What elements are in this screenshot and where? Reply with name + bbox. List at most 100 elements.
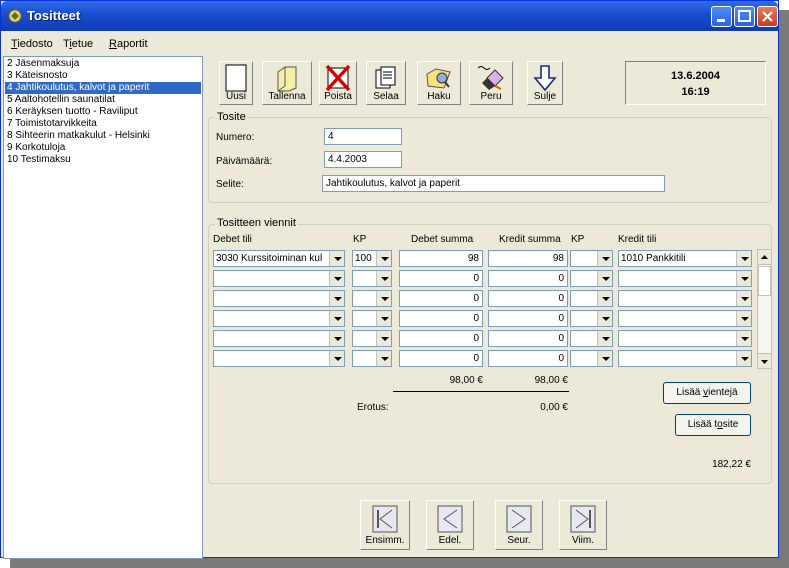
debit-sum-input[interactable]: 98 (399, 250, 483, 267)
first-record-button[interactable]: Ensimm. (360, 500, 410, 550)
debit-sum-input-value: 0 (473, 333, 479, 344)
kp1-select[interactable] (352, 310, 392, 327)
maximize-button[interactable] (734, 6, 755, 27)
dropdown-arrow-icon[interactable] (329, 311, 344, 326)
dropdown-arrow-icon[interactable] (597, 331, 612, 346)
add-voucher-button[interactable]: Lisää tosite (675, 414, 751, 436)
list-item[interactable]: 7 Toimistotarvikkeita (5, 118, 201, 130)
debit-sum-input-value: 0 (473, 293, 479, 304)
credit-sum-input[interactable]: 0 (488, 330, 568, 347)
previous-record-button[interactable]: Edel. (426, 500, 474, 550)
delete-button[interactable]: Poista (319, 61, 357, 105)
dropdown-arrow-icon[interactable] (376, 291, 391, 306)
close-button[interactable]: Sulje (527, 61, 563, 105)
dropdown-arrow-icon[interactable] (597, 251, 612, 266)
debit-account-select[interactable]: 3030 Kurssitoiminan kul (213, 250, 345, 267)
close-window-button[interactable] (757, 6, 778, 27)
kp2-select[interactable] (570, 310, 613, 327)
dropdown-arrow-icon[interactable] (376, 351, 391, 366)
entries-scrollbar[interactable] (757, 249, 772, 369)
credit-account-select[interactable]: 1010 Pankkitili (618, 250, 752, 267)
dropdown-arrow-icon[interactable] (329, 351, 344, 366)
debit-sum-input[interactable]: 0 (399, 270, 483, 287)
dropdown-arrow-icon[interactable] (597, 291, 612, 306)
scroll-down-button[interactable] (758, 353, 771, 368)
dropdown-arrow-icon[interactable] (597, 311, 612, 326)
scroll-thumb[interactable] (758, 266, 771, 296)
list-item[interactable]: 10 Testimaksu (5, 154, 201, 166)
debit-sum-input[interactable]: 0 (399, 330, 483, 347)
credit-sum-input[interactable]: 0 (488, 310, 568, 327)
debit-sum-input[interactable]: 0 (399, 290, 483, 307)
kp2-select[interactable] (570, 330, 613, 347)
title-bar[interactable]: Tositteet (1, 1, 778, 31)
cancel-button[interactable]: Peru (469, 61, 513, 105)
credit-account-select[interactable] (618, 350, 752, 367)
dropdown-arrow-icon[interactable] (376, 331, 391, 346)
menu-raportit[interactable]: Raportit (109, 38, 148, 50)
list-item[interactable]: 2 Jäsenmaksuja (5, 58, 201, 70)
voucher-list[interactable]: 2 Jäsenmaksuja 3 Käteisnosto 4 Jahtikoul… (3, 56, 203, 559)
dropdown-arrow-icon[interactable] (736, 251, 751, 266)
dropdown-arrow-icon[interactable] (736, 351, 751, 366)
debit-account-select[interactable] (213, 290, 345, 307)
debit-account-select[interactable] (213, 330, 345, 347)
credit-account-select[interactable] (618, 310, 752, 327)
kp2-select[interactable] (570, 250, 613, 267)
debit-account-select[interactable] (213, 270, 345, 287)
menu-tiedosto[interactable]: Tiedosto (11, 38, 53, 50)
dropdown-arrow-icon[interactable] (597, 351, 612, 366)
browse-button[interactable]: Selaa (366, 61, 406, 105)
last-record-button[interactable]: Viim. (559, 500, 607, 550)
dropdown-arrow-icon[interactable] (376, 251, 391, 266)
credit-account-select[interactable] (618, 270, 752, 287)
add-entries-button[interactable]: Lisää vientejä (663, 382, 751, 404)
kp1-select[interactable] (352, 270, 392, 287)
credit-account-select[interactable] (618, 290, 752, 307)
list-item-selected[interactable]: 4 Jahtikoulutus, kalvot ja paperit (5, 82, 201, 94)
dropdown-arrow-icon[interactable] (736, 311, 751, 326)
save-button[interactable]: Tallenna (262, 61, 312, 105)
description-input[interactable]: Jahtikoulutus, kalvot ja paperit (322, 175, 665, 192)
list-item[interactable]: 5 Aaltohotellin saunatilat (5, 94, 201, 106)
kp1-select[interactable] (352, 330, 392, 347)
date-input[interactable]: 4.4.2003 (324, 151, 402, 168)
kp1-select[interactable] (352, 290, 392, 307)
list-item[interactable]: 3 Käteisnosto (5, 70, 201, 82)
dropdown-arrow-icon[interactable] (376, 271, 391, 286)
debit-account-select[interactable] (213, 310, 345, 327)
numero-input[interactable]: 4 (324, 128, 402, 145)
dropdown-arrow-icon[interactable] (736, 331, 751, 346)
credit-sum-input[interactable]: 98 (488, 250, 568, 267)
kp2-select[interactable] (570, 350, 613, 367)
dropdown-arrow-icon[interactable] (376, 311, 391, 326)
list-item[interactable]: 9 Korkotuloja (5, 142, 201, 154)
new-button[interactable]: Uusi (219, 61, 253, 105)
minimize-button[interactable] (711, 6, 732, 27)
credit-account-select[interactable] (618, 330, 752, 347)
menu-tietue[interactable]: Tietue (63, 38, 93, 50)
credit-sum-input[interactable]: 0 (488, 350, 568, 367)
kp1-select[interactable] (352, 350, 392, 367)
scroll-up-button[interactable] (758, 250, 771, 265)
dropdown-arrow-icon[interactable] (329, 331, 344, 346)
difference-label: Erotus: (357, 402, 389, 413)
debit-account-select[interactable] (213, 350, 345, 367)
dropdown-arrow-icon[interactable] (736, 291, 751, 306)
dropdown-arrow-icon[interactable] (329, 271, 344, 286)
next-record-button[interactable]: Seur. (495, 500, 543, 550)
kp2-select[interactable] (570, 270, 613, 287)
kp1-select[interactable]: 100 (352, 250, 392, 267)
search-button[interactable]: Haku (417, 61, 461, 105)
dropdown-arrow-icon[interactable] (329, 251, 344, 266)
kp2-select[interactable] (570, 290, 613, 307)
dropdown-arrow-icon[interactable] (329, 291, 344, 306)
credit-sum-input[interactable]: 0 (488, 290, 568, 307)
dropdown-arrow-icon[interactable] (597, 271, 612, 286)
debit-sum-input[interactable]: 0 (399, 310, 483, 327)
debit-sum-input[interactable]: 0 (399, 350, 483, 367)
credit-sum-input[interactable]: 0 (488, 270, 568, 287)
dropdown-arrow-icon[interactable] (736, 271, 751, 286)
list-item[interactable]: 8 Sihteerin matkakulut - Helsinki (5, 130, 201, 142)
list-item[interactable]: 6 Keräyksen tuotto - Raviliput (5, 106, 201, 118)
